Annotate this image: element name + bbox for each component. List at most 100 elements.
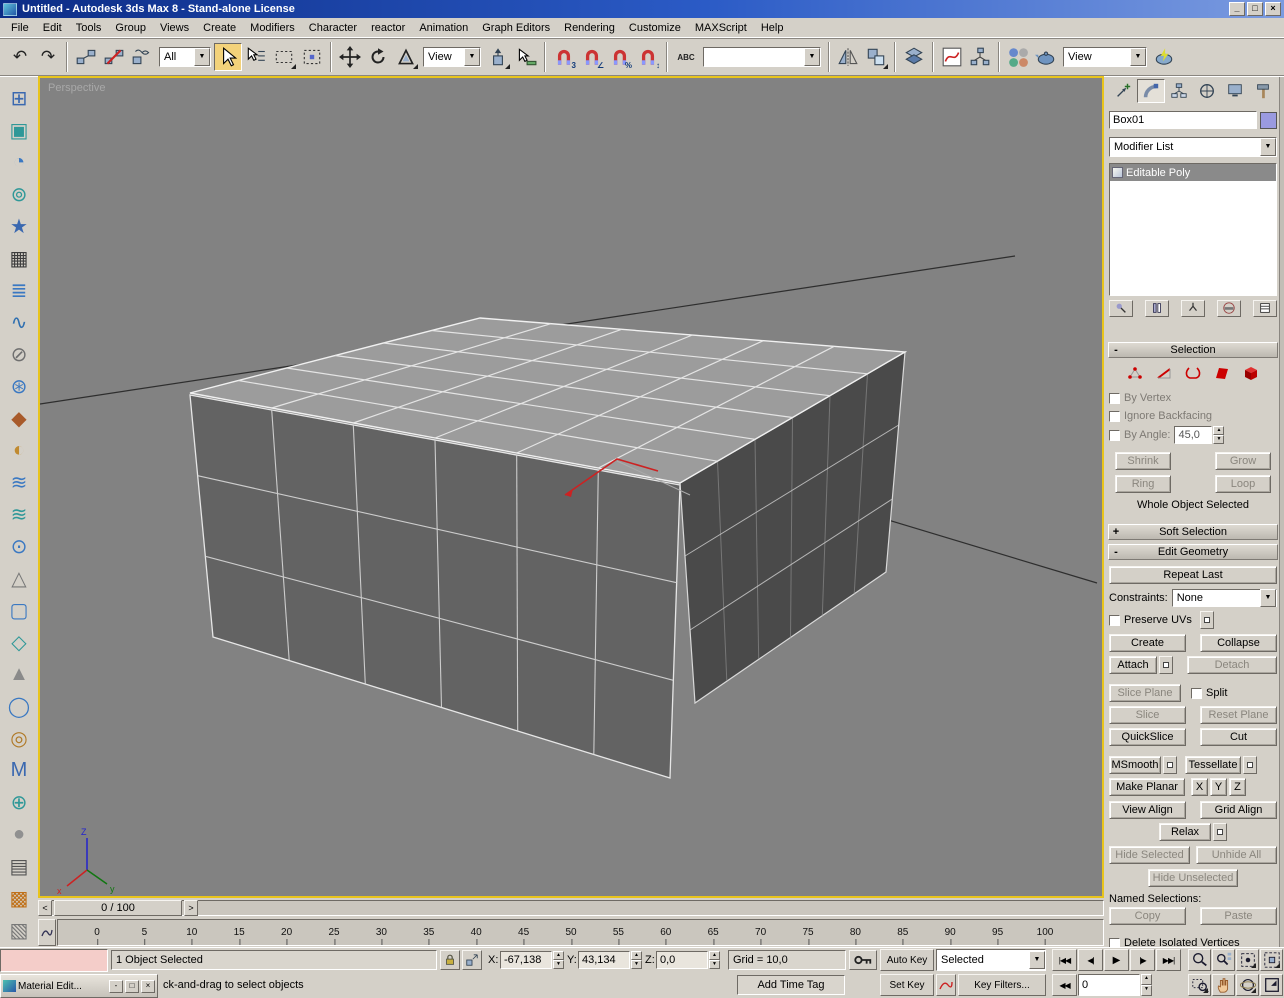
zoom-extents-icon[interactable]	[1236, 949, 1259, 971]
preserve-uvs-checkbox[interactable]	[1109, 614, 1120, 626]
viewport-canvas[interactable]: Z x y	[40, 78, 1102, 896]
soft-selection-rollout-header[interactable]: + Soft Selection	[1108, 524, 1278, 540]
planar-y-button[interactable]: Y	[1210, 778, 1227, 796]
menu-reactor[interactable]: reactor	[364, 19, 412, 37]
reference-coordinate-dropdown[interactable]: View ▼	[423, 47, 481, 67]
x-coord-field[interactable]: -67,138	[500, 951, 552, 969]
perspective-viewport[interactable]: Z x y Perspective	[38, 76, 1104, 898]
cut-button[interactable]: Cut	[1200, 728, 1277, 746]
remove-modifier-icon[interactable]	[1217, 299, 1241, 317]
by-angle-field[interactable]: 45,0	[1174, 426, 1213, 444]
modifier-list-dropdown[interactable]: Modifier List ▼	[1109, 137, 1277, 157]
by-angle-spinner[interactable]: ▲ ▼	[1213, 426, 1225, 444]
y-coord-spinner[interactable]: ▲ ▼	[631, 951, 642, 969]
render-type-dropdown[interactable]: View ▼	[1063, 47, 1147, 67]
play-icon[interactable]: ▶	[1104, 949, 1129, 971]
zoom-icon[interactable]	[1188, 949, 1211, 971]
prev-frame-icon[interactable]: <	[38, 900, 52, 916]
element-subobject-icon[interactable]	[1241, 364, 1261, 385]
hide-selected-button[interactable]: Hide Selected	[1109, 846, 1190, 864]
msmooth-settings-button[interactable]	[1163, 756, 1177, 774]
select-and-manipulate-icon[interactable]	[512, 43, 540, 71]
edge-subobject-icon[interactable]	[1154, 364, 1174, 385]
show-end-result-icon[interactable]	[1145, 299, 1169, 317]
menu-animation[interactable]: Animation	[412, 19, 475, 37]
make-unique-icon[interactable]	[1181, 299, 1205, 317]
rectangular-selection-region-icon[interactable]	[270, 43, 298, 71]
polygon-subobject-icon[interactable]	[1212, 364, 1232, 385]
left-tool-image-icon[interactable]: ▦	[0, 242, 38, 274]
configure-modifier-sets-icon[interactable]	[1253, 299, 1277, 317]
chevron-down-icon[interactable]: ▼	[1260, 589, 1276, 607]
material-editor-icon[interactable]	[1004, 43, 1032, 71]
ignore-backfacing-checkbox[interactable]	[1109, 410, 1120, 422]
left-tool-hatch-icon[interactable]: ▧	[0, 914, 38, 946]
grid-align-button[interactable]: Grid Align	[1200, 801, 1277, 819]
absolute-offset-toggle-icon[interactable]	[462, 950, 482, 970]
ring-button[interactable]: Ring	[1115, 474, 1171, 493]
left-tool-hand-icon[interactable]: ◐	[0, 434, 38, 466]
select-and-scale-icon[interactable]	[392, 43, 420, 71]
bind-to-spacewarp-icon[interactable]	[128, 43, 156, 71]
left-tool-wave-icon[interactable]: ≋	[0, 466, 38, 498]
left-tool-star-icon[interactable]: ★	[0, 210, 38, 242]
attach-settings-button[interactable]	[1159, 656, 1173, 674]
pan-hand-icon[interactable]	[1212, 974, 1235, 996]
relax-settings-button[interactable]	[1213, 823, 1227, 841]
selection-lock-icon[interactable]	[440, 950, 460, 970]
next-frame-step-icon[interactable]: |▶	[1130, 949, 1155, 971]
relax-button[interactable]: Relax	[1159, 823, 1211, 841]
menu-rendering[interactable]: Rendering	[557, 19, 622, 37]
left-tool-ring-icon[interactable]: ⊚	[0, 178, 38, 210]
current-time-field[interactable]: 0	[1078, 974, 1140, 996]
delete-isolated-checkbox[interactable]	[1109, 937, 1120, 947]
window-restore-icon[interactable]: □	[125, 979, 139, 993]
render-scene-icon[interactable]	[1032, 43, 1060, 71]
trackbar-ruler[interactable]: 0 5 10 15 20 25 30 35 40 45 50 55 60 65 70 75 80 85 90 95 10…	[57, 919, 1104, 946]
go-to-start-icon[interactable]: |◀◀	[1052, 949, 1077, 971]
preserve-uvs-settings-button[interactable]	[1199, 611, 1214, 629]
maxscript-mini-listener[interactable]	[0, 949, 108, 972]
edit-named-selections-icon[interactable]: ABC	[672, 43, 700, 71]
left-tool-lathe-icon[interactable]: ⊙	[0, 530, 38, 562]
stack-item-editable-poly[interactable]: Editable Poly	[1110, 164, 1276, 181]
edit-geometry-rollout-header[interactable]: - Edit Geometry	[1108, 544, 1278, 560]
modifier-stack-list[interactable]: Editable Poly	[1109, 163, 1277, 296]
menu-customize[interactable]: Customize	[622, 19, 688, 37]
menu-create[interactable]: Create	[196, 19, 243, 37]
menu-maxscript[interactable]: MAXScript	[688, 19, 754, 37]
add-time-tag-field[interactable]: Add Time Tag	[737, 975, 845, 995]
select-and-move-icon[interactable]	[336, 43, 364, 71]
close-icon[interactable]: ×	[1265, 2, 1281, 16]
chevron-down-icon[interactable]: ▼	[1260, 138, 1276, 156]
tab-hierarchy[interactable]	[1165, 79, 1193, 103]
pin-stack-icon[interactable]	[1109, 299, 1133, 317]
mirror-icon[interactable]	[834, 43, 862, 71]
left-tool-pick-icon[interactable]: ◆	[0, 402, 38, 434]
selection-filter-dropdown[interactable]: All ▼	[159, 47, 211, 67]
paste-button[interactable]: Paste	[1200, 907, 1277, 925]
menu-modifiers[interactable]: Modifiers	[243, 19, 302, 37]
left-tool-orange-box-icon[interactable]: ▩	[0, 882, 38, 914]
use-pivot-center-icon[interactable]	[484, 43, 512, 71]
select-by-name-icon[interactable]	[242, 43, 270, 71]
planar-x-button[interactable]: X	[1191, 778, 1208, 796]
loop-button[interactable]: Loop	[1215, 474, 1271, 493]
left-tool-spiral-icon[interactable]: ◎	[0, 722, 38, 754]
menu-file[interactable]: File	[4, 19, 36, 37]
schematic-view-icon[interactable]	[966, 43, 994, 71]
reset-plane-button[interactable]: Reset Plane	[1200, 706, 1277, 724]
viewport-label[interactable]: Perspective	[48, 82, 105, 94]
collapse-button[interactable]: Collapse	[1200, 634, 1277, 652]
copy-button[interactable]: Copy	[1109, 907, 1186, 925]
time-spinner[interactable]: ▲ ▼	[1141, 974, 1152, 996]
left-tool-gear-icon[interactable]: ⊛	[0, 370, 38, 402]
tab-display[interactable]	[1221, 79, 1249, 103]
set-key-button[interactable]: Set Key	[880, 974, 934, 996]
left-tool-list-icon[interactable]: ▤	[0, 850, 38, 882]
menu-graph-editors[interactable]: Graph Editors	[475, 19, 557, 37]
menu-views[interactable]: Views	[153, 19, 196, 37]
open-mini-curve-editor-icon[interactable]	[38, 919, 56, 946]
auto-key-button[interactable]: Auto Key	[880, 949, 934, 971]
z-coord-spinner[interactable]: ▲ ▼	[709, 951, 720, 969]
